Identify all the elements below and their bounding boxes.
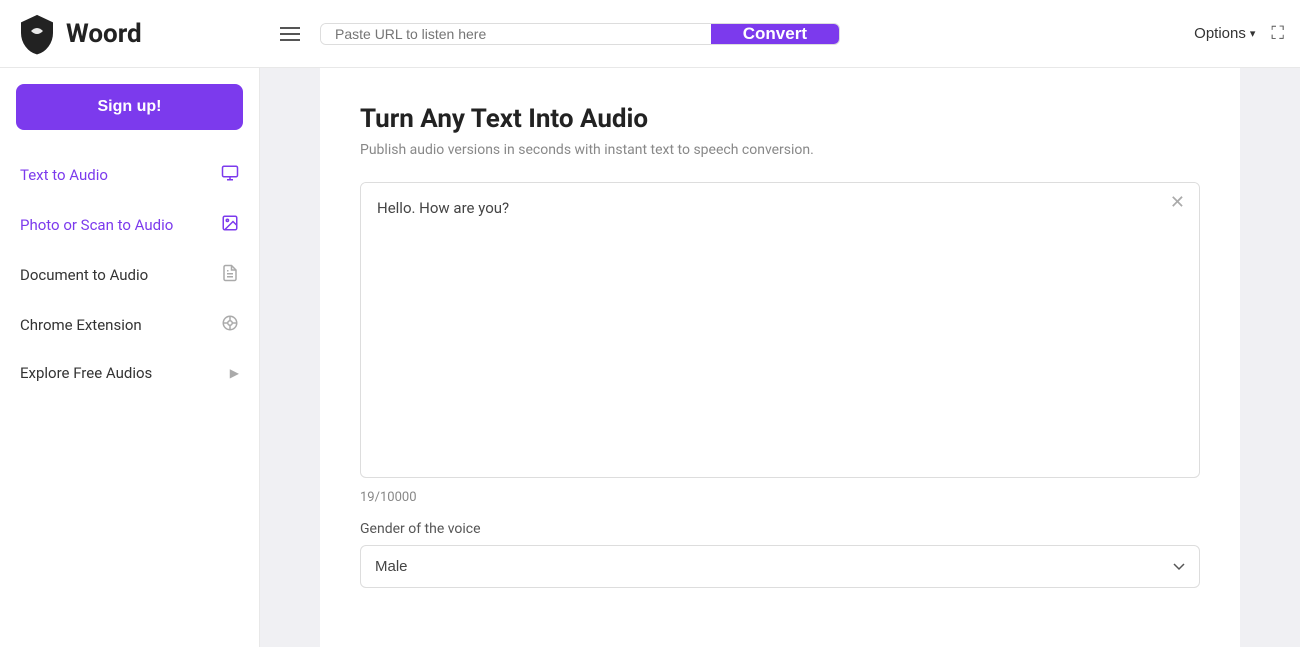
text-area-container: Hello. How are you? ✕ [360,182,1200,478]
options-label: Options [1194,25,1246,42]
sidebar-item-label: Explore Free Audios [20,364,152,382]
sidebar-item-document-to-audio[interactable]: Document to Audio [0,250,259,300]
chevron-down-icon: ▾ [1250,27,1256,40]
monitor-icon [221,164,239,186]
clear-text-button[interactable]: ✕ [1170,193,1185,211]
gender-select[interactable]: Male Female [360,545,1200,588]
sidebar-item-label: Chrome Extension [20,316,142,334]
sidebar-item-text-to-audio[interactable]: Text to Audio [0,150,259,200]
url-input-area: Convert [320,23,840,45]
sidebar-item-chrome-extension[interactable]: Chrome Extension [0,300,259,350]
header-right: Options ▾ ⛶ [1194,23,1284,44]
content-panel: Turn Any Text Into Audio Publish audio v… [320,68,1240,647]
logo-area: Woord [16,13,276,55]
sidebar-item-label: Document to Audio [20,266,148,284]
doc-icon [221,264,239,286]
logo-icon [16,13,58,55]
signup-button[interactable]: Sign up! [16,84,243,130]
convert-button[interactable]: Convert [711,24,839,44]
image-icon [221,214,239,236]
fullscreen-button[interactable]: ⛶ [1271,23,1284,44]
sidebar-item-label: Text to Audio [20,166,108,184]
logo-text: Woord [66,19,142,49]
sidebar-item-label: Photo or Scan to Audio [20,216,173,234]
page-subtitle: Publish audio versions in seconds with i… [360,142,1200,158]
char-count: 19/10000 [360,490,1200,505]
sidebar: Sign up! Text to Audio Photo or Scan to … [0,68,260,647]
sidebar-item-explore-free-audios[interactable]: Explore Free Audios ▶ [0,350,259,396]
arrow-right-icon: ▶ [230,366,239,380]
options-button[interactable]: Options ▾ [1194,25,1255,42]
sidebar-item-photo-to-audio[interactable]: Photo or Scan to Audio [0,200,259,250]
hamburger-button[interactable] [276,23,304,45]
puzzle-icon [221,314,239,336]
main-layout: Sign up! Text to Audio Photo or Scan to … [0,68,1300,647]
fullscreen-icon: ⛶ [1271,23,1284,43]
main-textarea[interactable]: Hello. How are you? [361,183,1199,473]
header: Woord Convert Options ▾ ⛶ [0,0,1300,68]
url-input[interactable] [321,24,711,44]
voice-gender-label: Gender of the voice [360,521,1200,537]
page-title: Turn Any Text Into Audio [360,104,1200,134]
content-area: Turn Any Text Into Audio Publish audio v… [260,68,1300,647]
